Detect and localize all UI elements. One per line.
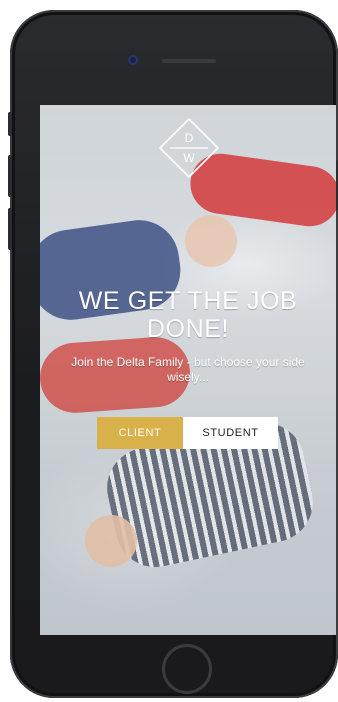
front-camera-icon (128, 55, 138, 65)
volume-up-button (8, 155, 12, 197)
role-selector: CLIENT STUDENT (97, 417, 278, 449)
tagline: Join the Delta Family - but choose your … (71, 355, 305, 384)
app-screen: D W WE GET THE JOB DONE! Join the Delta … (40, 105, 336, 635)
phone-frame: D W WE GET THE JOB DONE! Join the Delta … (8, 10, 338, 698)
photo-shape-face-man (85, 515, 137, 567)
student-button[interactable]: STUDENT (183, 417, 278, 449)
page-title: WE GET THE JOB DONE! (78, 287, 298, 343)
home-button[interactable] (162, 644, 212, 694)
logo-letter-top: D (185, 131, 194, 145)
photo-shape-face-blond (185, 215, 237, 267)
diamond-dw-logo-icon: D W (158, 117, 220, 179)
logo-letter-bottom: W (183, 151, 195, 165)
volume-down-button (8, 208, 12, 250)
mute-switch (8, 112, 12, 136)
delta-logo[interactable]: D W (158, 117, 220, 179)
earpiece-speaker-icon (162, 59, 216, 63)
client-button[interactable]: CLIENT (97, 417, 183, 449)
